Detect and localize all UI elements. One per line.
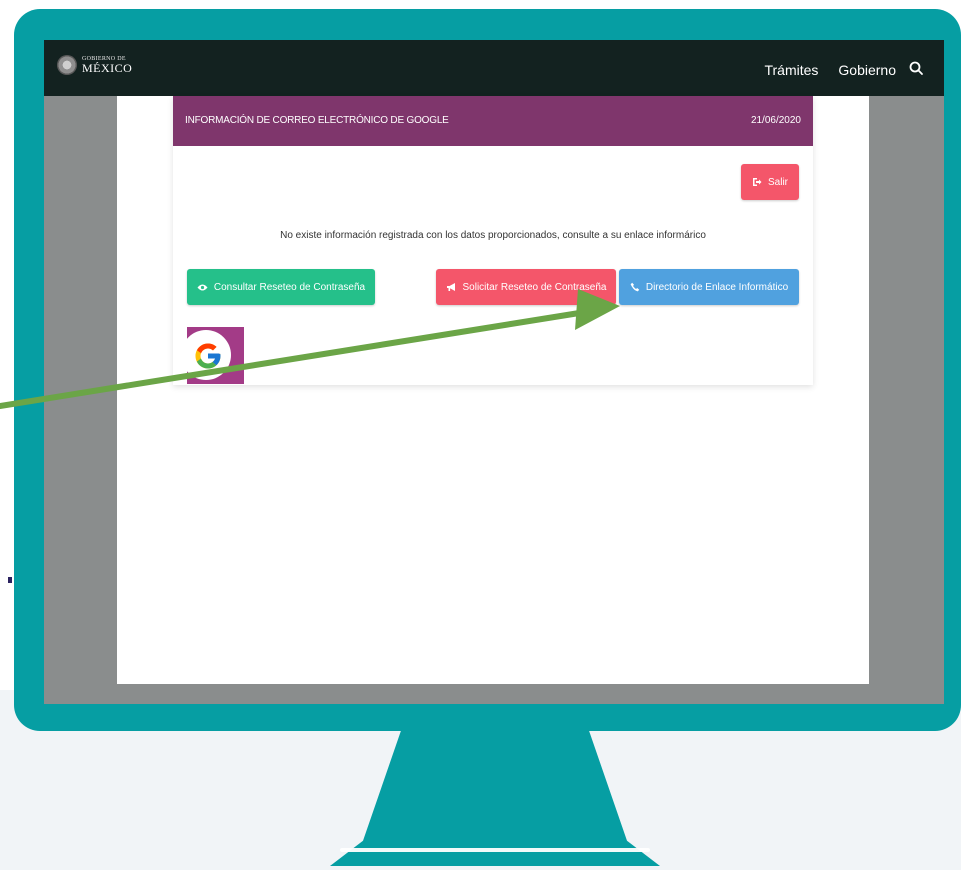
pointer-arrow xyxy=(0,289,620,409)
decorative-mark xyxy=(8,577,12,583)
